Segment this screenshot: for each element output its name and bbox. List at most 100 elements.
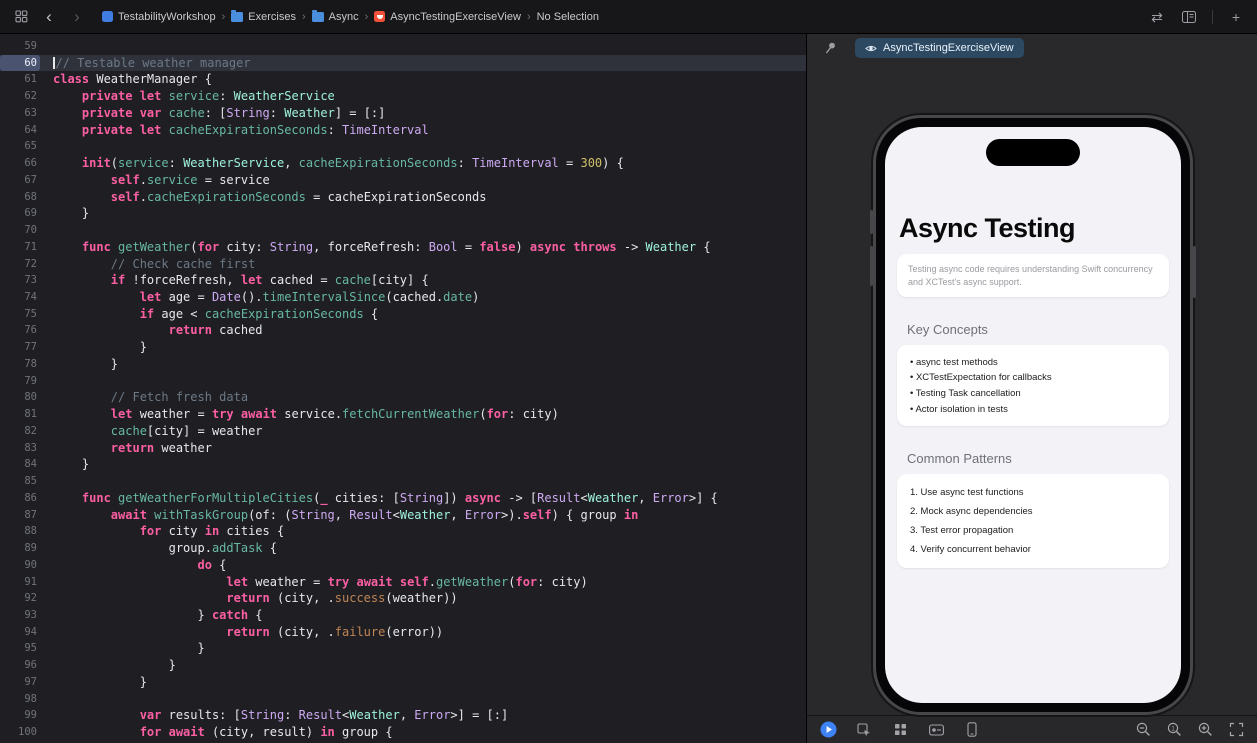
- code-line[interactable]: 72 // Check cache first: [0, 256, 806, 273]
- line-number[interactable]: 60: [0, 54, 40, 72]
- line-number[interactable]: 85: [0, 473, 40, 490]
- source-editor[interactable]: 59 60 // Testable weather manager 61 class W…: [0, 34, 806, 743]
- add-editor-icon[interactable]: +: [1227, 8, 1245, 26]
- breadcrumb-item[interactable]: TestabilityWorkshop: [102, 11, 216, 23]
- code-line[interactable]: 99 var results: [String: Result<Weather,…: [0, 707, 806, 724]
- line-number[interactable]: 69: [0, 205, 40, 222]
- line-number[interactable]: 84: [0, 456, 40, 473]
- line-number[interactable]: 62: [0, 88, 40, 105]
- code-line[interactable]: 84 }: [0, 456, 806, 473]
- code-line[interactable]: 98: [0, 691, 806, 708]
- code-line[interactable]: 94 return (city, .failure(error)): [0, 624, 806, 641]
- line-number[interactable]: 97: [0, 674, 40, 691]
- code-line[interactable]: 63 private var cache: [String: Weather] …: [0, 105, 806, 122]
- device-settings-icon[interactable]: [927, 722, 945, 738]
- selectable-mode-icon[interactable]: [855, 722, 873, 738]
- breadcrumb-item[interactable]: No Selection: [537, 11, 599, 23]
- line-number[interactable]: 81: [0, 406, 40, 423]
- line-number[interactable]: 77: [0, 339, 40, 356]
- line-number[interactable]: 92: [0, 590, 40, 607]
- code-line[interactable]: 66 init(service: WeatherService, cacheEx…: [0, 155, 806, 172]
- code-line[interactable]: 62 private let service: WeatherService: [0, 88, 806, 105]
- code-line[interactable]: 67 self.service = service: [0, 172, 806, 189]
- line-number[interactable]: 68: [0, 189, 40, 206]
- code-line[interactable]: 74 let age = Date().timeIntervalSince(ca…: [0, 289, 806, 306]
- line-number[interactable]: 73: [0, 272, 40, 289]
- code-line[interactable]: 79: [0, 373, 806, 390]
- code-line[interactable]: 83 return weather: [0, 440, 806, 457]
- line-number[interactable]: 66: [0, 155, 40, 172]
- zoom-in-icon[interactable]: [1196, 722, 1214, 738]
- line-number[interactable]: 99: [0, 707, 40, 724]
- code-line[interactable]: 77 }: [0, 339, 806, 356]
- preview-tab[interactable]: AsyncTestingExerciseView: [855, 38, 1024, 58]
- code-line[interactable]: 93 } catch {: [0, 607, 806, 624]
- line-number[interactable]: 61: [0, 71, 40, 88]
- code-line[interactable]: 81 let weather = try await service.fetch…: [0, 406, 806, 423]
- code-line[interactable]: 92 return (city, .success(weather)): [0, 590, 806, 607]
- code-line[interactable]: 60 // Testable weather manager: [0, 54, 806, 72]
- line-number[interactable]: 87: [0, 507, 40, 524]
- related-items-icon[interactable]: [12, 8, 30, 26]
- code-line[interactable]: 91 let weather = try await self.getWeath…: [0, 574, 806, 591]
- code-line[interactable]: 71 func getWeather(for city: String, for…: [0, 239, 806, 256]
- pin-preview-icon[interactable]: [821, 39, 839, 57]
- code-line[interactable]: 59: [0, 38, 806, 55]
- line-number[interactable]: 94: [0, 624, 40, 641]
- line-number[interactable]: 82: [0, 423, 40, 440]
- zoom-out-icon[interactable]: [1134, 722, 1152, 738]
- code-line[interactable]: 76 return cached: [0, 322, 806, 339]
- code-line[interactable]: 86 func getWeatherForMultipleCities(_ ci…: [0, 490, 806, 507]
- code-review-icon[interactable]: ⇄: [1148, 8, 1166, 26]
- zoom-to-fit-icon[interactable]: [1227, 722, 1245, 738]
- line-number[interactable]: 96: [0, 657, 40, 674]
- code-line[interactable]: 65: [0, 138, 806, 155]
- variants-icon[interactable]: [891, 722, 909, 738]
- code-line[interactable]: 70: [0, 222, 806, 239]
- code-line[interactable]: 61 class WeatherManager {: [0, 71, 806, 88]
- code-line[interactable]: 96 }: [0, 657, 806, 674]
- code-line[interactable]: 78 }: [0, 356, 806, 373]
- code-line[interactable]: 88 for city in cities {: [0, 523, 806, 540]
- code-line[interactable]: 82 cache[city] = weather: [0, 423, 806, 440]
- line-number[interactable]: 90: [0, 557, 40, 574]
- line-number[interactable]: 98: [0, 691, 40, 708]
- line-number[interactable]: 100: [0, 724, 40, 741]
- line-number[interactable]: 80: [0, 389, 40, 406]
- back-icon[interactable]: ‹: [40, 8, 58, 26]
- line-number[interactable]: 72: [0, 256, 40, 273]
- line-number[interactable]: 64: [0, 122, 40, 139]
- line-number[interactable]: 63: [0, 105, 40, 122]
- line-number[interactable]: 74: [0, 289, 40, 306]
- line-number[interactable]: 59: [0, 38, 40, 55]
- line-number[interactable]: 79: [0, 373, 40, 390]
- forward-icon[interactable]: ›: [68, 8, 86, 26]
- line-number[interactable]: 89: [0, 540, 40, 557]
- breadcrumb-item[interactable]: Exercises: [231, 9, 296, 23]
- breadcrumb-item[interactable]: AsyncTestingExerciseView: [374, 11, 521, 23]
- device-icon[interactable]: [963, 722, 981, 738]
- line-number[interactable]: 65: [0, 138, 40, 155]
- code-line[interactable]: 75 if age < cacheExpirationSeconds {: [0, 306, 806, 323]
- line-number[interactable]: 91: [0, 574, 40, 591]
- code-line[interactable]: 69 }: [0, 205, 806, 222]
- line-number[interactable]: 86: [0, 490, 40, 507]
- line-number[interactable]: 83: [0, 440, 40, 457]
- code-line[interactable]: 73 if !forceRefresh, let cached = cache[…: [0, 272, 806, 289]
- code-line[interactable]: 100 for await (city, result) in group {: [0, 724, 806, 741]
- line-number[interactable]: 70: [0, 222, 40, 239]
- live-preview-play-icon[interactable]: [819, 721, 837, 738]
- line-number[interactable]: 75: [0, 306, 40, 323]
- breadcrumb-item[interactable]: Async: [311, 9, 359, 23]
- zoom-actual-size-icon[interactable]: 1: [1165, 722, 1183, 738]
- code-line[interactable]: 80 // Fetch fresh data: [0, 389, 806, 406]
- line-number[interactable]: 78: [0, 356, 40, 373]
- code-line[interactable]: 68 self.cacheExpirationSeconds = cacheEx…: [0, 189, 806, 206]
- code-line[interactable]: 64 private let cacheExpirationSeconds: T…: [0, 122, 806, 139]
- code-line[interactable]: 89 group.addTask {: [0, 540, 806, 557]
- line-number[interactable]: 67: [0, 172, 40, 189]
- line-number[interactable]: 71: [0, 239, 40, 256]
- line-number[interactable]: 88: [0, 523, 40, 540]
- line-number[interactable]: 95: [0, 640, 40, 657]
- code-line[interactable]: 95 }: [0, 640, 806, 657]
